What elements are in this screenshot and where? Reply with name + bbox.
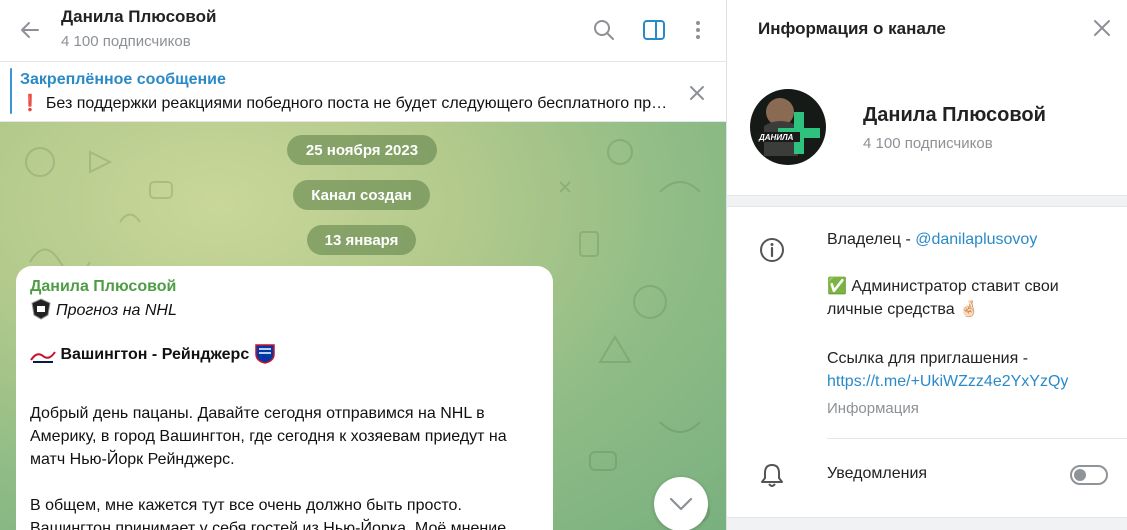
channel-subscribers: 4 100 подписчиков [863,135,993,152]
owner-line: Владелец - @danilaplusovoy [827,228,1107,251]
message-paragraph: Добрый день пацаны. Давайте сегодня отпр… [30,405,507,468]
chat-header: Данила Плюсовой 4 100 подписчиков [0,0,726,62]
message-paragraph: Вашингтон принимает у себя гостей из Нью… [30,520,507,530]
search-button[interactable] [588,14,620,46]
date-separator: 13 января [307,225,416,255]
notifications-toggle[interactable] [1070,465,1108,485]
pinned-text: ❗ Без поддержки реакциями победного поста… [20,93,670,113]
pinned-message-bar[interactable]: Закреплённое сообщение ❗ Без поддержки ре… [0,62,726,122]
svg-text:ДАНИЛА: ДАНИЛА [758,133,794,142]
arrow-left-icon [21,22,39,38]
rangers-logo-icon [254,344,275,364]
message-paragraph: В общем, мне кажется тут все очень должн… [30,497,462,514]
invite-link[interactable]: https://t.me/+UkiWZzz4e2YxYzQy [827,370,1107,393]
toggle-knob [1074,469,1086,481]
service-message: Канал создан [293,180,430,210]
scroll-to-bottom-button[interactable] [654,477,708,530]
channel-info-panel: Информация о канале ДАНИЛА Данила Плюсов… [727,0,1127,530]
telegram-app: Данила Плюсовой 4 100 подписчиков Закреп… [0,0,1127,530]
message-author[interactable]: Данила Плюсовой [30,278,539,296]
description-text: ✅ Администратор ставит свои личные средс… [827,275,1107,321]
pinned-text-body: Без поддержки реакциями победного поста … [45,95,670,112]
notifications-label: Уведомления [827,465,928,482]
chat-panel: Данила Плюсовой 4 100 подписчиков Закреп… [0,0,727,530]
message-subtitle: Прогноз на NHL [56,302,177,319]
toggle-sidebar-button[interactable] [638,14,670,46]
exclamation-icon: ❗ [20,95,40,112]
date-separator: 25 ноября 2023 [287,135,437,165]
chat-subscribers: 4 100 подписчиков [61,33,191,50]
info-caption: Информация [827,400,919,417]
pinned-indicator [10,68,12,114]
message-matchup: Вашингтон - Рейнджерс [60,346,250,363]
close-pinned-button[interactable] [684,80,710,106]
more-menu-button[interactable] [682,14,714,46]
nhl-logo-icon [31,298,51,320]
bell-icon [761,464,783,487]
description-body: Администратор ставит свои личные средств… [827,278,1059,318]
message-bubble[interactable]: Данила Плюсовой Прогноз на NHL Вашингтон… [16,266,553,530]
channel-avatar[interactable]: ДАНИЛА [750,82,826,172]
pinned-title: Закреплённое сообщение [20,71,226,88]
sidebar-panel-icon [643,20,665,40]
divider [827,438,1127,439]
close-icon [1094,20,1110,36]
chat-background: 25 ноября 2023 Канал создан 13 января Да… [0,122,726,530]
close-icon [690,86,704,100]
invite-label: Ссылка для приглашения - [827,350,1029,367]
message-subtitle-line: Прогноз на NHL [30,298,539,322]
more-vertical-icon [696,21,700,39]
message-matchup-line: Вашингтон - Рейнджерс [30,342,539,366]
check-mark-icon: ✅ [827,278,847,295]
info-panel-title: Информация о канале [758,19,946,38]
close-info-button[interactable] [1088,14,1116,42]
owner-handle-link[interactable]: @danilaplusovoy [915,231,1037,248]
chevron-down-icon [669,497,693,511]
info-icon [760,238,784,262]
section-divider [727,195,1127,207]
owner-label: Владелец - [827,231,916,248]
capitals-logo-icon [30,351,56,363]
back-button[interactable] [14,14,46,46]
chat-title[interactable]: Данила Плюсовой [61,7,216,27]
section-divider [727,517,1127,530]
search-icon [594,20,614,40]
channel-name: Данила Плюсовой [863,104,1046,126]
